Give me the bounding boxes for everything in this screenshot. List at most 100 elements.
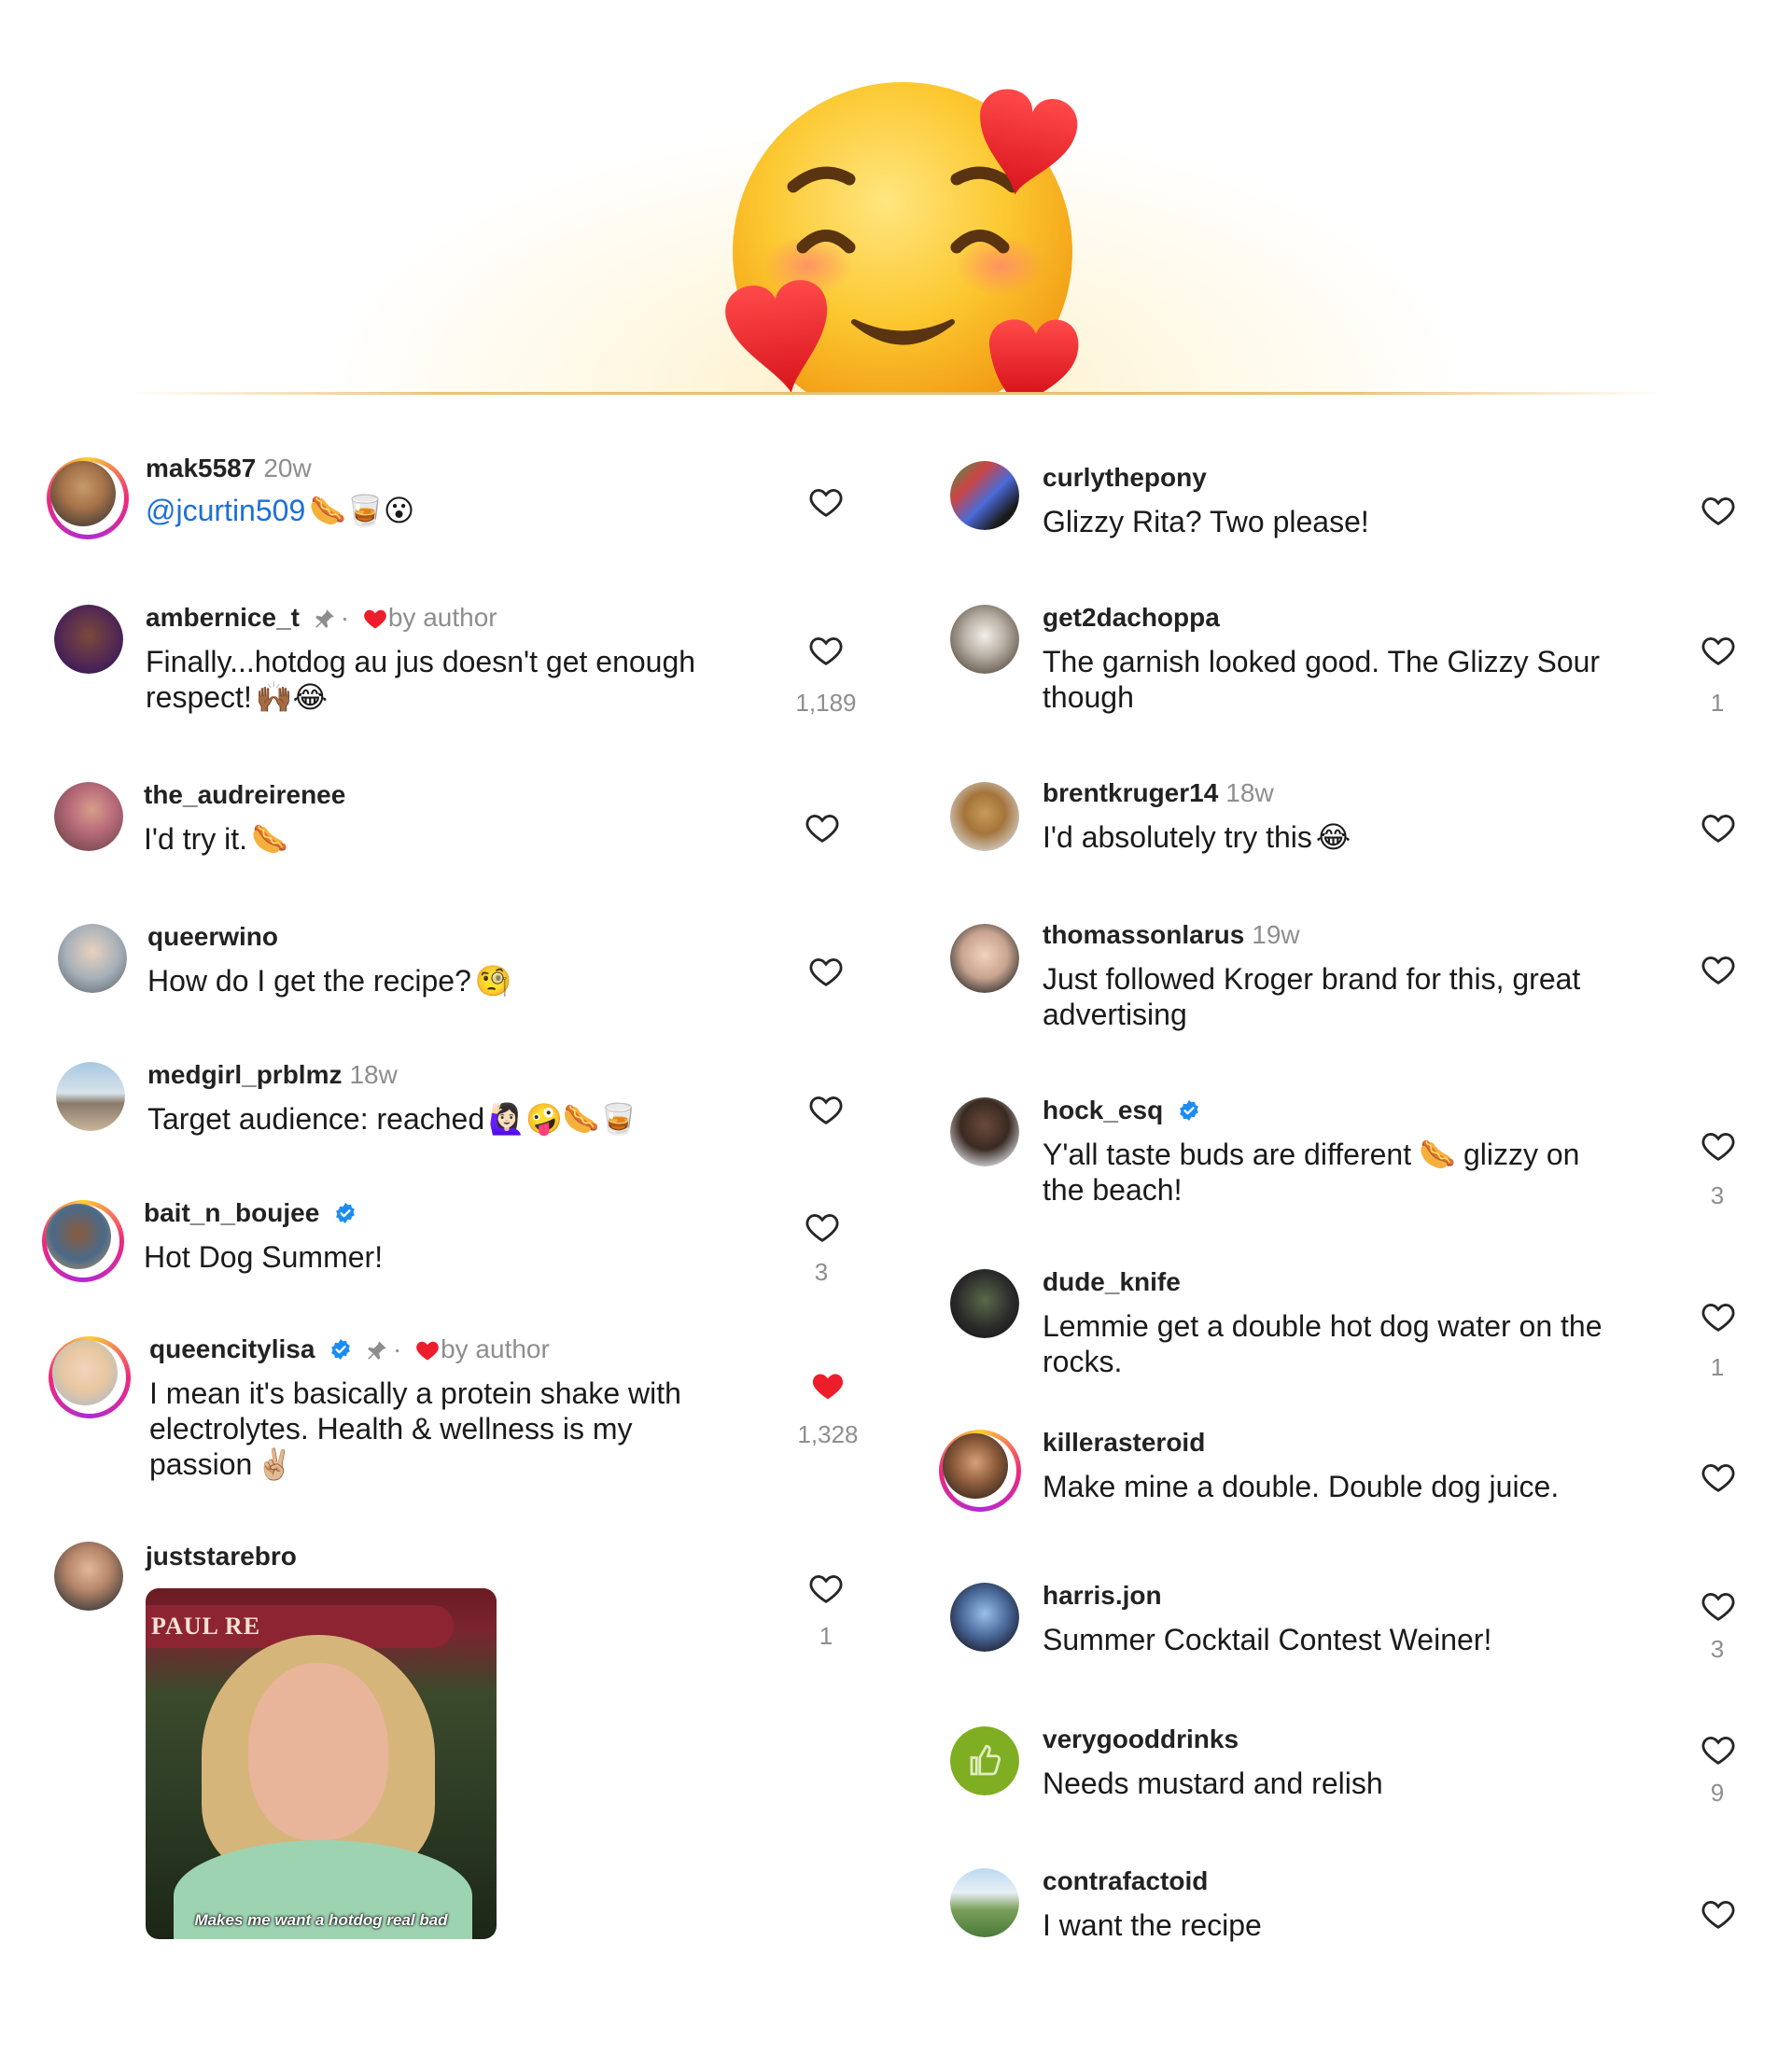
comment-text: I want the recipe xyxy=(1043,1908,1262,1942)
heart-icon[interactable] xyxy=(808,633,844,668)
comment-username[interactable]: juststarebro xyxy=(146,1542,297,1571)
emoji-text: ✌🏼 xyxy=(256,1447,294,1481)
like-count: 1,328 xyxy=(797,1420,859,1448)
comment-text: I'd absolutely try this 😂 xyxy=(1043,820,1351,854)
comment-username[interactable]: hock_esq xyxy=(1043,1096,1200,1125)
gif-caption: Makes me want a hotdog real bad xyxy=(194,1911,448,1929)
verified-badge-icon xyxy=(331,1339,351,1360)
pin-icon xyxy=(315,609,334,628)
comment-text: Finally...hotdog au jus doesn't get enou… xyxy=(146,645,696,714)
avatar[interactable] xyxy=(54,782,123,851)
emoji-text: 🌭 xyxy=(251,822,288,856)
heart-icon[interactable] xyxy=(1701,952,1736,987)
pin-icon xyxy=(368,1341,386,1360)
heart-filled-icon xyxy=(416,1341,439,1361)
heart-icon[interactable] xyxy=(1701,1896,1736,1932)
comment-text: I'd try it. 🌭 xyxy=(144,822,288,856)
comments-page: mak5587 20w @jcurtin509 🌭🥃😮 ambernice_t · … xyxy=(0,0,1792,2053)
emoji-text: 🌭🥃😮 xyxy=(309,494,415,527)
comment-text: Just followed Kroger brand for this, gre… xyxy=(1043,962,1581,1031)
like-count: 9 xyxy=(1710,1779,1725,1807)
mention-link[interactable]: @jcurtin509 xyxy=(146,494,305,527)
verified-badge-icon xyxy=(1180,1100,1198,1121)
emoji-text: 😂 xyxy=(1315,820,1351,854)
comment-username[interactable]: queerwino xyxy=(147,922,278,952)
heart-icon[interactable] xyxy=(808,1571,844,1606)
comment-username[interactable]: curlythepony xyxy=(1043,463,1207,493)
verified-badge-icon xyxy=(336,1203,355,1223)
avatar[interactable] xyxy=(950,1097,1019,1166)
heart-icon[interactable] xyxy=(1701,1588,1736,1624)
comment-username[interactable]: killerasteroid xyxy=(1043,1428,1205,1458)
heart-icon[interactable] xyxy=(1701,493,1736,528)
avatar[interactable] xyxy=(56,1062,125,1131)
like-count: 1 xyxy=(1710,689,1725,717)
avatar[interactable] xyxy=(42,1200,124,1282)
comment-username[interactable]: medgirl_prblmz 18w xyxy=(147,1060,398,1090)
avatar[interactable] xyxy=(939,1430,1021,1512)
avatar[interactable] xyxy=(950,605,1019,674)
gif-attachment[interactable]: PAUL RE Makes me want a hotdog real bad xyxy=(146,1588,497,1939)
avatar[interactable] xyxy=(950,1868,1019,1937)
comment-text: Y'all taste buds are different 🌭 glizzy on… xyxy=(1043,1138,1580,1207)
hero-banner xyxy=(0,0,1792,394)
heart-icon[interactable] xyxy=(808,1092,844,1127)
like-count: 1,189 xyxy=(795,689,857,717)
comment-username[interactable]: bait_n_boujee xyxy=(144,1198,357,1228)
comment-text: Summer Cocktail Contest Weiner! xyxy=(1043,1623,1492,1656)
heart-icon[interactable] xyxy=(1701,1732,1736,1767)
comment-text: Target audience: reached 🙋🏻‍♀️🤪🌭🥃 xyxy=(147,1102,637,1136)
comment-text: Needs mustard and relish xyxy=(1043,1767,1383,1800)
comment-username[interactable]: dude_knife xyxy=(1043,1267,1181,1297)
avatar[interactable] xyxy=(950,924,1019,993)
comment-username[interactable]: contrafactoid xyxy=(1043,1866,1208,1896)
avatar[interactable] xyxy=(950,782,1019,851)
heart-filled-icon xyxy=(364,609,386,629)
avatar[interactable] xyxy=(54,605,123,674)
heart-icon[interactable] xyxy=(1701,1459,1736,1495)
comment-username[interactable]: mak5587 20w xyxy=(146,454,312,483)
comment-text: Make mine a double. Double dog juice. xyxy=(1043,1470,1560,1503)
comment-text: Lemmie get a double hot dog water on the… xyxy=(1043,1309,1603,1378)
comment-text: How do I get the recipe? 🧐 xyxy=(147,964,512,998)
thumbs-up-icon xyxy=(970,1744,1001,1776)
like-count: 1 xyxy=(819,1622,833,1650)
comment-username[interactable]: queencitylisa · by author xyxy=(149,1334,550,1364)
comment-text: The garnish looked good. The Glizzy Sour… xyxy=(1043,645,1601,714)
emoji-text: 🙋🏻‍♀️🤪🌭🥃 xyxy=(488,1102,637,1136)
heart-icon[interactable] xyxy=(1701,810,1736,845)
heart-icon[interactable] xyxy=(1701,1299,1736,1334)
heart-icon[interactable] xyxy=(808,484,844,520)
avatar[interactable] xyxy=(950,461,1019,530)
heart-icon[interactable] xyxy=(805,1209,840,1245)
smiling-face-with-hearts-icon xyxy=(725,82,1079,394)
heart-icon[interactable] xyxy=(1701,633,1736,668)
comment-username[interactable]: ambernice_t · by author xyxy=(146,603,497,633)
heart-icon[interactable] xyxy=(1701,1128,1736,1164)
avatar[interactable] xyxy=(49,1336,131,1418)
heart-icon[interactable] xyxy=(808,954,844,989)
avatar[interactable] xyxy=(47,457,129,539)
comment-username[interactable]: get2dachoppa xyxy=(1043,603,1220,633)
avatar[interactable] xyxy=(58,924,127,993)
emoji-text: 🌭 xyxy=(1419,1138,1456,1171)
like-count: 1 xyxy=(1710,1353,1725,1381)
comment-username[interactable]: verygooddrinks xyxy=(1043,1725,1239,1754)
comment-username[interactable]: harris.jon xyxy=(1043,1581,1162,1611)
like-count: 3 xyxy=(814,1258,829,1286)
heart-filled-icon[interactable] xyxy=(810,1368,846,1404)
comment-text: Glizzy Rita? Two please! xyxy=(1043,505,1369,538)
comment-username[interactable]: the_audreirenee xyxy=(144,780,345,810)
emoji-text: 🧐 xyxy=(474,964,512,998)
comment-text: @jcurtin509 🌭🥃😮 xyxy=(146,493,414,528)
comment-username[interactable]: thomassonlarus 19w xyxy=(1043,920,1300,950)
divider-line xyxy=(131,392,1661,395)
avatar[interactable] xyxy=(950,1583,1019,1652)
avatar[interactable] xyxy=(950,1726,1019,1795)
like-count: 3 xyxy=(1710,1181,1725,1209)
like-count: 3 xyxy=(1710,1635,1725,1663)
heart-icon[interactable] xyxy=(805,810,840,845)
avatar[interactable] xyxy=(950,1269,1019,1338)
avatar[interactable] xyxy=(54,1542,123,1611)
comment-username[interactable]: brentkruger14 18w xyxy=(1043,778,1274,808)
